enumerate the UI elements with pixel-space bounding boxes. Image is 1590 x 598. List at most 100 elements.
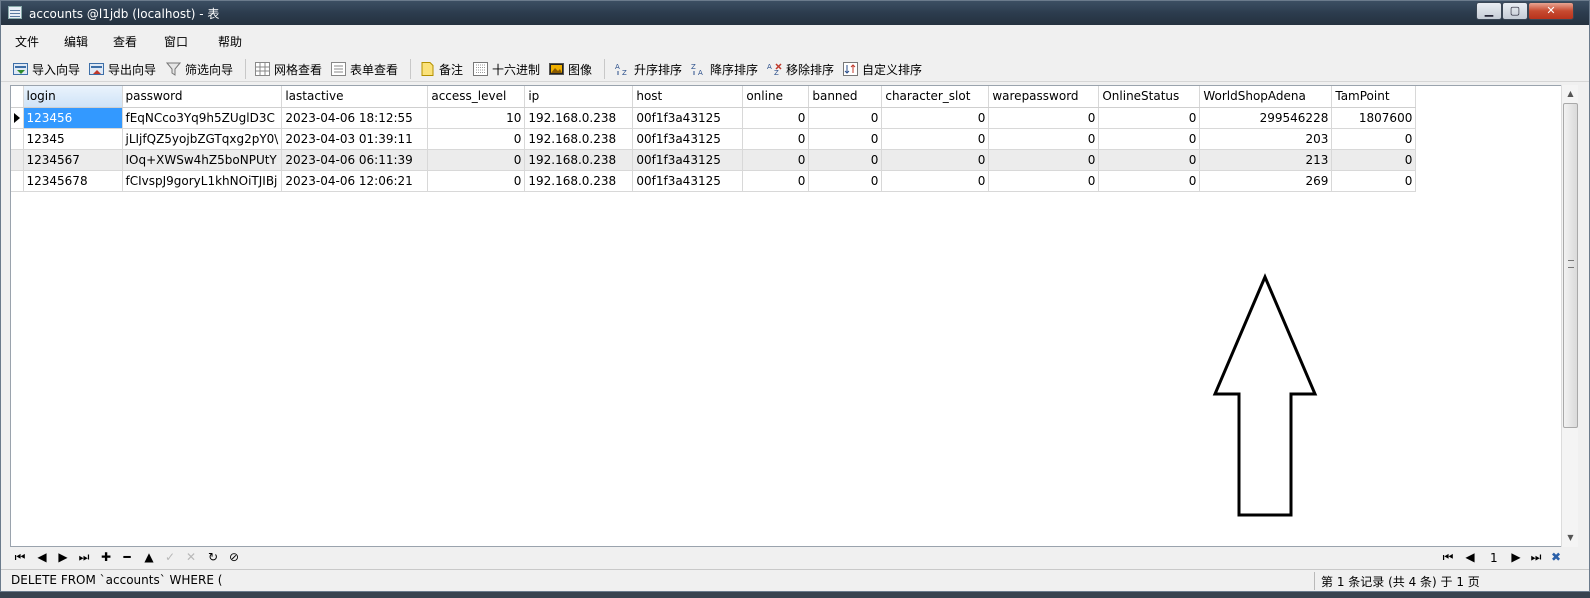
cell-lastactive[interactable]: 2023-04-06 06:11:39 <box>281 149 429 171</box>
add-record-icon[interactable]: ✚ <box>98 550 114 564</box>
cell-online[interactable]: 0 <box>742 149 810 171</box>
discard-changes-icon[interactable]: ✕ <box>183 550 199 564</box>
last-record-icon[interactable]: ⏭ <box>76 550 92 565</box>
cell-access-level[interactable]: 0 <box>427 128 526 150</box>
cell-onlinestatus[interactable]: 0 <box>1098 107 1201 129</box>
cell-tampoint[interactable]: 1807600 <box>1331 107 1417 129</box>
cell-onlinestatus[interactable]: 0 <box>1098 128 1201 150</box>
page-number-input[interactable]: 1 <box>1490 551 1498 565</box>
cell-lastactive[interactable]: 2023-04-06 12:06:21 <box>281 170 429 192</box>
remove-sort-button[interactable]: AZ 移除排序 <box>767 60 834 78</box>
cell-access-level[interactable]: 10 <box>427 107 526 129</box>
cell-online[interactable]: 0 <box>742 107 810 129</box>
cell-password[interactable]: fCIvspJ9goryL1khNOiTJIBj <box>122 170 283 192</box>
cell-password[interactable]: jLIjfQZ5yojbZGTqxg2pY0\ <box>122 128 283 150</box>
custom-sort-button[interactable]: 自定义排序 <box>843 60 922 78</box>
table-row[interactable]: 12345 jLIjfQZ5yojbZGTqxg2pY0\ 2023-04-03… <box>11 128 1417 150</box>
export-wizard-button[interactable]: 导出向导 <box>89 60 156 78</box>
table-row[interactable]: 12345678 fCIvspJ9goryL1khNOiTJIBj 2023-0… <box>11 170 1417 192</box>
stop-icon[interactable]: ⊘ <box>226 550 242 564</box>
cell-access-level[interactable]: 0 <box>427 149 526 171</box>
column-header-character-slot[interactable]: character_slot <box>881 86 990 108</box>
cell-warepassword[interactable]: 0 <box>988 149 1100 171</box>
cell-warepassword[interactable]: 0 <box>988 170 1100 192</box>
cell-lastactive[interactable]: 2023-04-03 01:39:11 <box>281 128 429 150</box>
maximize-button[interactable]: ▢ <box>1502 2 1528 20</box>
cell-host[interactable]: 00f1f3a43125 <box>632 170 744 192</box>
column-header-password[interactable]: password <box>122 86 283 108</box>
sort-descending-button[interactable]: ZA 降序排序 <box>691 60 758 78</box>
cell-worldshopadena[interactable]: 203 <box>1199 128 1333 150</box>
cell-online[interactable]: 0 <box>742 128 810 150</box>
cell-login[interactable]: 12345 <box>23 128 123 150</box>
column-header-access-level[interactable]: access_level <box>427 86 526 108</box>
title-bar[interactable]: accounts @l1jdb (localhost) - 表 ▁ ▢ ✕ <box>1 1 1589 25</box>
column-header-tampoint[interactable]: TamPoint <box>1331 86 1417 108</box>
cell-login[interactable]: 12345678 <box>23 170 123 192</box>
column-header-host[interactable]: host <box>632 86 744 108</box>
menu-help[interactable]: 帮助 <box>218 33 242 50</box>
previous-record-icon[interactable]: ◀ <box>34 550 50 564</box>
column-header-banned[interactable]: banned <box>808 86 883 108</box>
table-row[interactable]: 1234567 IOq+XWSw4hZ5boNPUtY 2023-04-06 0… <box>11 149 1417 171</box>
cell-host[interactable]: 00f1f3a43125 <box>632 107 744 129</box>
first-record-icon[interactable]: ⏮ <box>12 550 28 565</box>
cell-character-slot[interactable]: 0 <box>881 128 990 150</box>
menu-file[interactable]: 文件 <box>15 33 39 50</box>
cell-host[interactable]: 00f1f3a43125 <box>632 128 744 150</box>
vertical-scrollbar[interactable]: ▲ ▼ <box>1561 85 1578 547</box>
filter-wizard-button[interactable]: 筛选向导 <box>165 60 233 78</box>
cell-worldshopadena[interactable]: 269 <box>1199 170 1333 192</box>
table-row[interactable]: 123456 fEqNCco3Yq9h5ZUglD3C 2023-04-06 1… <box>11 107 1417 129</box>
minimize-button[interactable]: ▁ <box>1476 2 1502 20</box>
apply-changes-icon[interactable]: ✓ <box>162 550 178 564</box>
scroll-down-icon[interactable]: ▼ <box>1564 531 1577 544</box>
column-header-worldshopadena[interactable]: WorldShopAdena <box>1199 86 1333 108</box>
import-wizard-button[interactable]: 导入向导 <box>13 60 80 78</box>
menu-window[interactable]: 窗口 <box>164 33 188 50</box>
menu-view[interactable]: 查看 <box>113 33 137 50</box>
last-page-icon[interactable]: ⏭ <box>1528 550 1544 565</box>
next-page-icon[interactable]: ▶ <box>1508 550 1524 564</box>
cell-online[interactable]: 0 <box>742 170 810 192</box>
refresh-icon[interactable]: ↻ <box>205 550 221 564</box>
image-button[interactable]: 图像 <box>549 60 592 78</box>
scrollbar-thumb[interactable] <box>1563 103 1578 428</box>
cell-host[interactable]: 00f1f3a43125 <box>632 149 744 171</box>
cell-banned[interactable]: 0 <box>808 128 883 150</box>
column-header-online[interactable]: online <box>742 86 810 108</box>
cell-tampoint[interactable]: 0 <box>1331 149 1417 171</box>
cell-login[interactable]: 123456 <box>23 107 123 129</box>
cell-password[interactable]: fEqNCco3Yq9h5ZUglD3C <box>122 107 283 129</box>
cell-ip[interactable]: 192.168.0.238 <box>524 128 634 150</box>
cell-lastactive[interactable]: 2023-04-06 18:12:55 <box>281 107 429 129</box>
cell-password[interactable]: IOq+XWSw4hZ5boNPUtY <box>122 149 283 171</box>
first-page-icon[interactable]: ⏮ <box>1440 550 1456 565</box>
cell-banned[interactable]: 0 <box>808 149 883 171</box>
cell-character-slot[interactable]: 0 <box>881 170 990 192</box>
cell-login[interactable]: 1234567 <box>23 149 123 171</box>
next-record-icon[interactable]: ▶ <box>55 550 71 564</box>
cell-banned[interactable]: 0 <box>808 107 883 129</box>
cell-banned[interactable]: 0 <box>808 170 883 192</box>
hex-button[interactable]: 十六进制 <box>473 60 540 78</box>
previous-page-icon[interactable]: ◀ <box>1462 550 1478 564</box>
cell-warepassword[interactable]: 0 <box>988 128 1100 150</box>
cell-ip[interactable]: 192.168.0.238 <box>524 107 634 129</box>
grid-view-button[interactable]: 网格查看 <box>255 60 322 78</box>
cell-tampoint[interactable]: 0 <box>1331 170 1417 192</box>
cell-onlinestatus[interactable]: 0 <box>1098 170 1201 192</box>
settings-icon[interactable]: ✖ <box>1548 550 1564 564</box>
cell-ip[interactable]: 192.168.0.238 <box>524 149 634 171</box>
sort-ascending-button[interactable]: AZ 升序排序 <box>615 60 682 78</box>
cell-onlinestatus[interactable]: 0 <box>1098 149 1201 171</box>
cell-worldshopadena[interactable]: 213 <box>1199 149 1333 171</box>
cell-warepassword[interactable]: 0 <box>988 107 1100 129</box>
cell-tampoint[interactable]: 0 <box>1331 128 1417 150</box>
delete-record-icon[interactable]: ━ <box>119 550 135 564</box>
cell-ip[interactable]: 192.168.0.238 <box>524 170 634 192</box>
memo-button[interactable]: 备注 <box>420 60 463 78</box>
form-view-button[interactable]: 表单查看 <box>331 60 398 78</box>
close-button[interactable]: ✕ <box>1528 2 1574 20</box>
column-header-login[interactable]: login <box>23 86 123 108</box>
